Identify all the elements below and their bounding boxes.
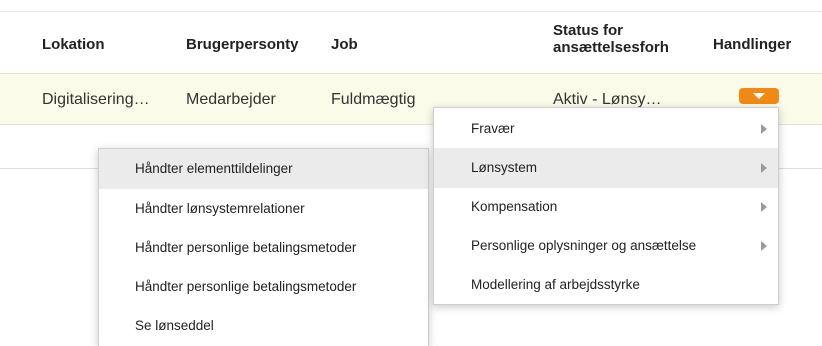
row-divider-left — [0, 168, 98, 169]
cell-job: Fuldmægtig — [331, 91, 416, 108]
menu-item-label: Lønsystem — [471, 160, 538, 175]
submenu-item-label: Håndter lønsystemrelationer — [135, 201, 305, 216]
menu-item-fravaer[interactable]: Fravær — [434, 109, 778, 149]
chevron-right-icon — [761, 202, 767, 212]
column-header-brugerpersontype[interactable]: Brugerpersonty — [186, 36, 324, 53]
submenu-item-handter-personlige-betalingsmetoder[interactable]: Håndter personlige betalingsmetoder — [99, 228, 428, 268]
submenu-item-label: Håndter elementtildelinger — [135, 161, 293, 176]
menu-item-personlige-oplysninger[interactable]: Personlige oplysninger og ansættelse — [434, 226, 778, 266]
submenu-item-se-lonseddel[interactable]: Se lønseddel — [99, 306, 428, 346]
menu-item-label: Kompensation — [471, 199, 558, 214]
chevron-right-icon — [761, 124, 767, 134]
column-header-lokation[interactable]: Lokation — [42, 36, 105, 53]
menu-item-kompensation[interactable]: Kompensation — [434, 187, 778, 227]
column-header-status-line2: ansættelsesforh — [553, 39, 669, 56]
submenu-item-handter-personlige-betalingsmetoder-2[interactable]: Håndter personlige betalingsmetoder — [99, 267, 428, 307]
column-header-job[interactable]: Job — [331, 36, 358, 53]
actions-menu: Fravær Lønsystem Kompensation Personlige… — [433, 107, 779, 305]
row-divider-right — [778, 168, 822, 169]
caret-down-icon — [753, 93, 765, 99]
chevron-right-icon — [761, 163, 767, 173]
column-header-status-line1: Status for — [553, 22, 624, 39]
menu-item-modellering[interactable]: Modellering af arbejdsstyrke — [434, 265, 778, 305]
submenu-item-label: Håndter personlige betalingsmetoder — [135, 240, 357, 255]
submenu-item-label: Se lønseddel — [135, 318, 214, 333]
chevron-right-icon — [761, 241, 767, 251]
menu-item-label: Modellering af arbejdsstyrke — [471, 277, 640, 292]
cell-brugerpersontype: Medarbejder — [186, 91, 276, 108]
actions-dropdown-button[interactable] — [739, 88, 779, 104]
menu-item-label: Personlige oplysninger og ansættelse — [471, 238, 697, 253]
column-header-handlinger: Handlinger — [713, 36, 792, 53]
menu-item-label: Fravær — [471, 121, 515, 136]
menu-item-lonsystem[interactable]: Lønsystem — [434, 148, 778, 188]
column-header-status[interactable]: Status for ansættelsesforh — [553, 22, 691, 56]
submenu-lonsystem: Håndter elementtildelinger Håndter lønsy… — [98, 148, 429, 346]
cell-lokation: Digitalisering… — [42, 91, 150, 108]
submenu-item-handter-lonsystemrelationer[interactable]: Håndter lønsystemrelationer — [99, 189, 428, 229]
table-top-divider — [0, 11, 822, 12]
submenu-item-handter-elementtildelinger[interactable]: Håndter elementtildelinger — [99, 149, 428, 189]
submenu-item-label: Håndter personlige betalingsmetoder — [135, 279, 357, 294]
